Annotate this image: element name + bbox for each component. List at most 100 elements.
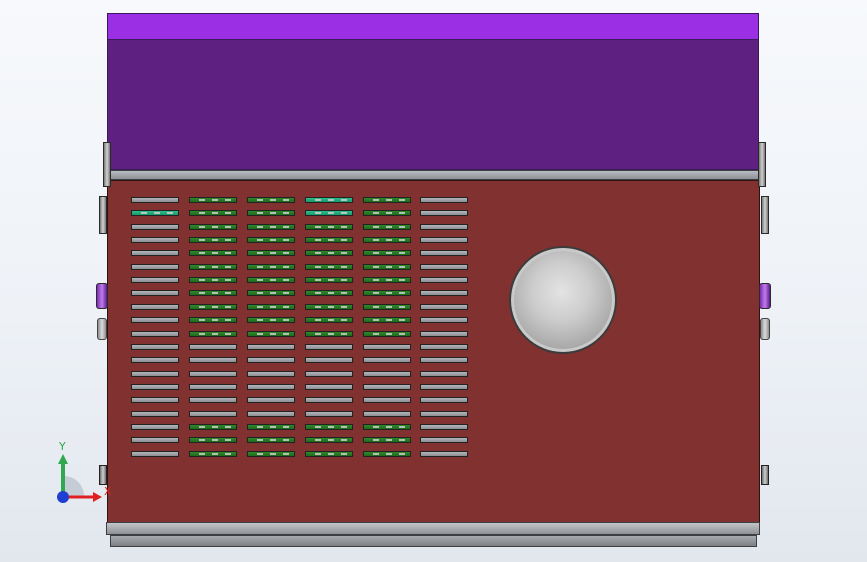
vent-slot — [305, 451, 353, 457]
right-latch-upper[interactable] — [758, 142, 766, 187]
vent-slot — [305, 290, 353, 296]
lid-rail[interactable] — [107, 170, 760, 180]
vent-slot — [420, 264, 468, 270]
vent-slot — [247, 264, 295, 270]
vent-slot — [420, 197, 468, 203]
vent-slot — [131, 424, 179, 430]
vent-slot — [363, 237, 411, 243]
vent-slot — [420, 357, 468, 363]
vent-slot — [189, 317, 237, 323]
lid-top-face[interactable] — [107, 13, 759, 40]
vent-slot — [420, 290, 468, 296]
vent-slot — [420, 277, 468, 283]
vent-slot — [363, 290, 411, 296]
vent-slot — [247, 344, 295, 350]
vent-slot — [363, 331, 411, 337]
left-latch-lower[interactable] — [99, 196, 107, 234]
vent-slot — [420, 397, 468, 403]
vent-slot — [305, 357, 353, 363]
vent-slot — [420, 304, 468, 310]
vent-slot — [189, 224, 237, 230]
vent-slot — [305, 237, 353, 243]
vent-slot — [189, 250, 237, 256]
vent-slot — [131, 344, 179, 350]
vent-slot — [131, 357, 179, 363]
vent-slot — [189, 437, 237, 443]
vent-slot — [131, 250, 179, 256]
vent-slot — [420, 424, 468, 430]
vent-slot — [189, 384, 237, 390]
vent-slot — [363, 210, 411, 216]
vent-slot — [420, 451, 468, 457]
vent-slot — [363, 397, 411, 403]
vent-slot — [305, 397, 353, 403]
vent-slot — [305, 424, 353, 430]
right-foot[interactable] — [761, 465, 769, 485]
vent-slot — [131, 317, 179, 323]
vent-slot — [189, 304, 237, 310]
vent-slot — [305, 317, 353, 323]
vent-slot — [189, 344, 237, 350]
vent-slot — [131, 384, 179, 390]
vent-slot — [247, 451, 295, 457]
vent-slot — [420, 331, 468, 337]
vent-slot — [363, 224, 411, 230]
vent-slot — [363, 411, 411, 417]
vent-slot — [305, 437, 353, 443]
vent-slot — [131, 277, 179, 283]
vent-slot — [131, 224, 179, 230]
vent-slot — [189, 371, 237, 377]
vent-slot — [420, 237, 468, 243]
vent-slot — [305, 304, 353, 310]
x-axis-label: X — [104, 485, 112, 498]
coordinate-triad: Y X — [57, 440, 112, 503]
vent-slot — [189, 210, 237, 216]
right-latch-lower[interactable] — [761, 196, 769, 234]
vent-slot — [363, 304, 411, 310]
left-bracket[interactable] — [97, 318, 107, 340]
vent-slot — [131, 237, 179, 243]
vent-slot — [189, 237, 237, 243]
vent-slot — [420, 411, 468, 417]
vent-slot — [131, 264, 179, 270]
vent-slot — [247, 331, 295, 337]
vent-slot — [363, 344, 411, 350]
vent-slot — [305, 411, 353, 417]
right-bracket[interactable] — [760, 318, 770, 340]
right-hinge[interactable] — [759, 283, 771, 309]
vent-slot — [189, 290, 237, 296]
vent-slot — [247, 277, 295, 283]
vent-slot — [363, 371, 411, 377]
round-knob[interactable] — [509, 246, 617, 354]
bottom-rail[interactable] — [106, 522, 760, 535]
base-plate[interactable] — [110, 535, 757, 547]
vent-slot — [420, 317, 468, 323]
vent-slot — [189, 397, 237, 403]
lid-front-face[interactable] — [107, 40, 759, 170]
vent-slot — [305, 197, 353, 203]
cad-viewport[interactable]: Y X — [0, 0, 867, 562]
vent-slot — [131, 197, 179, 203]
left-hinge[interactable] — [96, 283, 108, 309]
left-latch-upper[interactable] — [103, 142, 111, 187]
vent-slot — [420, 250, 468, 256]
vent-slot — [363, 437, 411, 443]
vent-slot — [247, 237, 295, 243]
vent-slot — [189, 451, 237, 457]
vent-slot — [420, 371, 468, 377]
vent-grille[interactable] — [131, 197, 471, 463]
vent-slot — [363, 317, 411, 323]
vent-slot — [363, 197, 411, 203]
vent-slot — [189, 264, 237, 270]
vent-slot — [247, 357, 295, 363]
vent-slot — [131, 304, 179, 310]
vent-slot — [247, 304, 295, 310]
z-axis-dot — [57, 491, 69, 503]
vent-slot — [247, 290, 295, 296]
vent-slot — [131, 290, 179, 296]
vent-slot — [247, 397, 295, 403]
vent-slot — [247, 411, 295, 417]
vent-slot — [363, 264, 411, 270]
vent-slot — [131, 210, 179, 216]
vent-slot — [420, 437, 468, 443]
